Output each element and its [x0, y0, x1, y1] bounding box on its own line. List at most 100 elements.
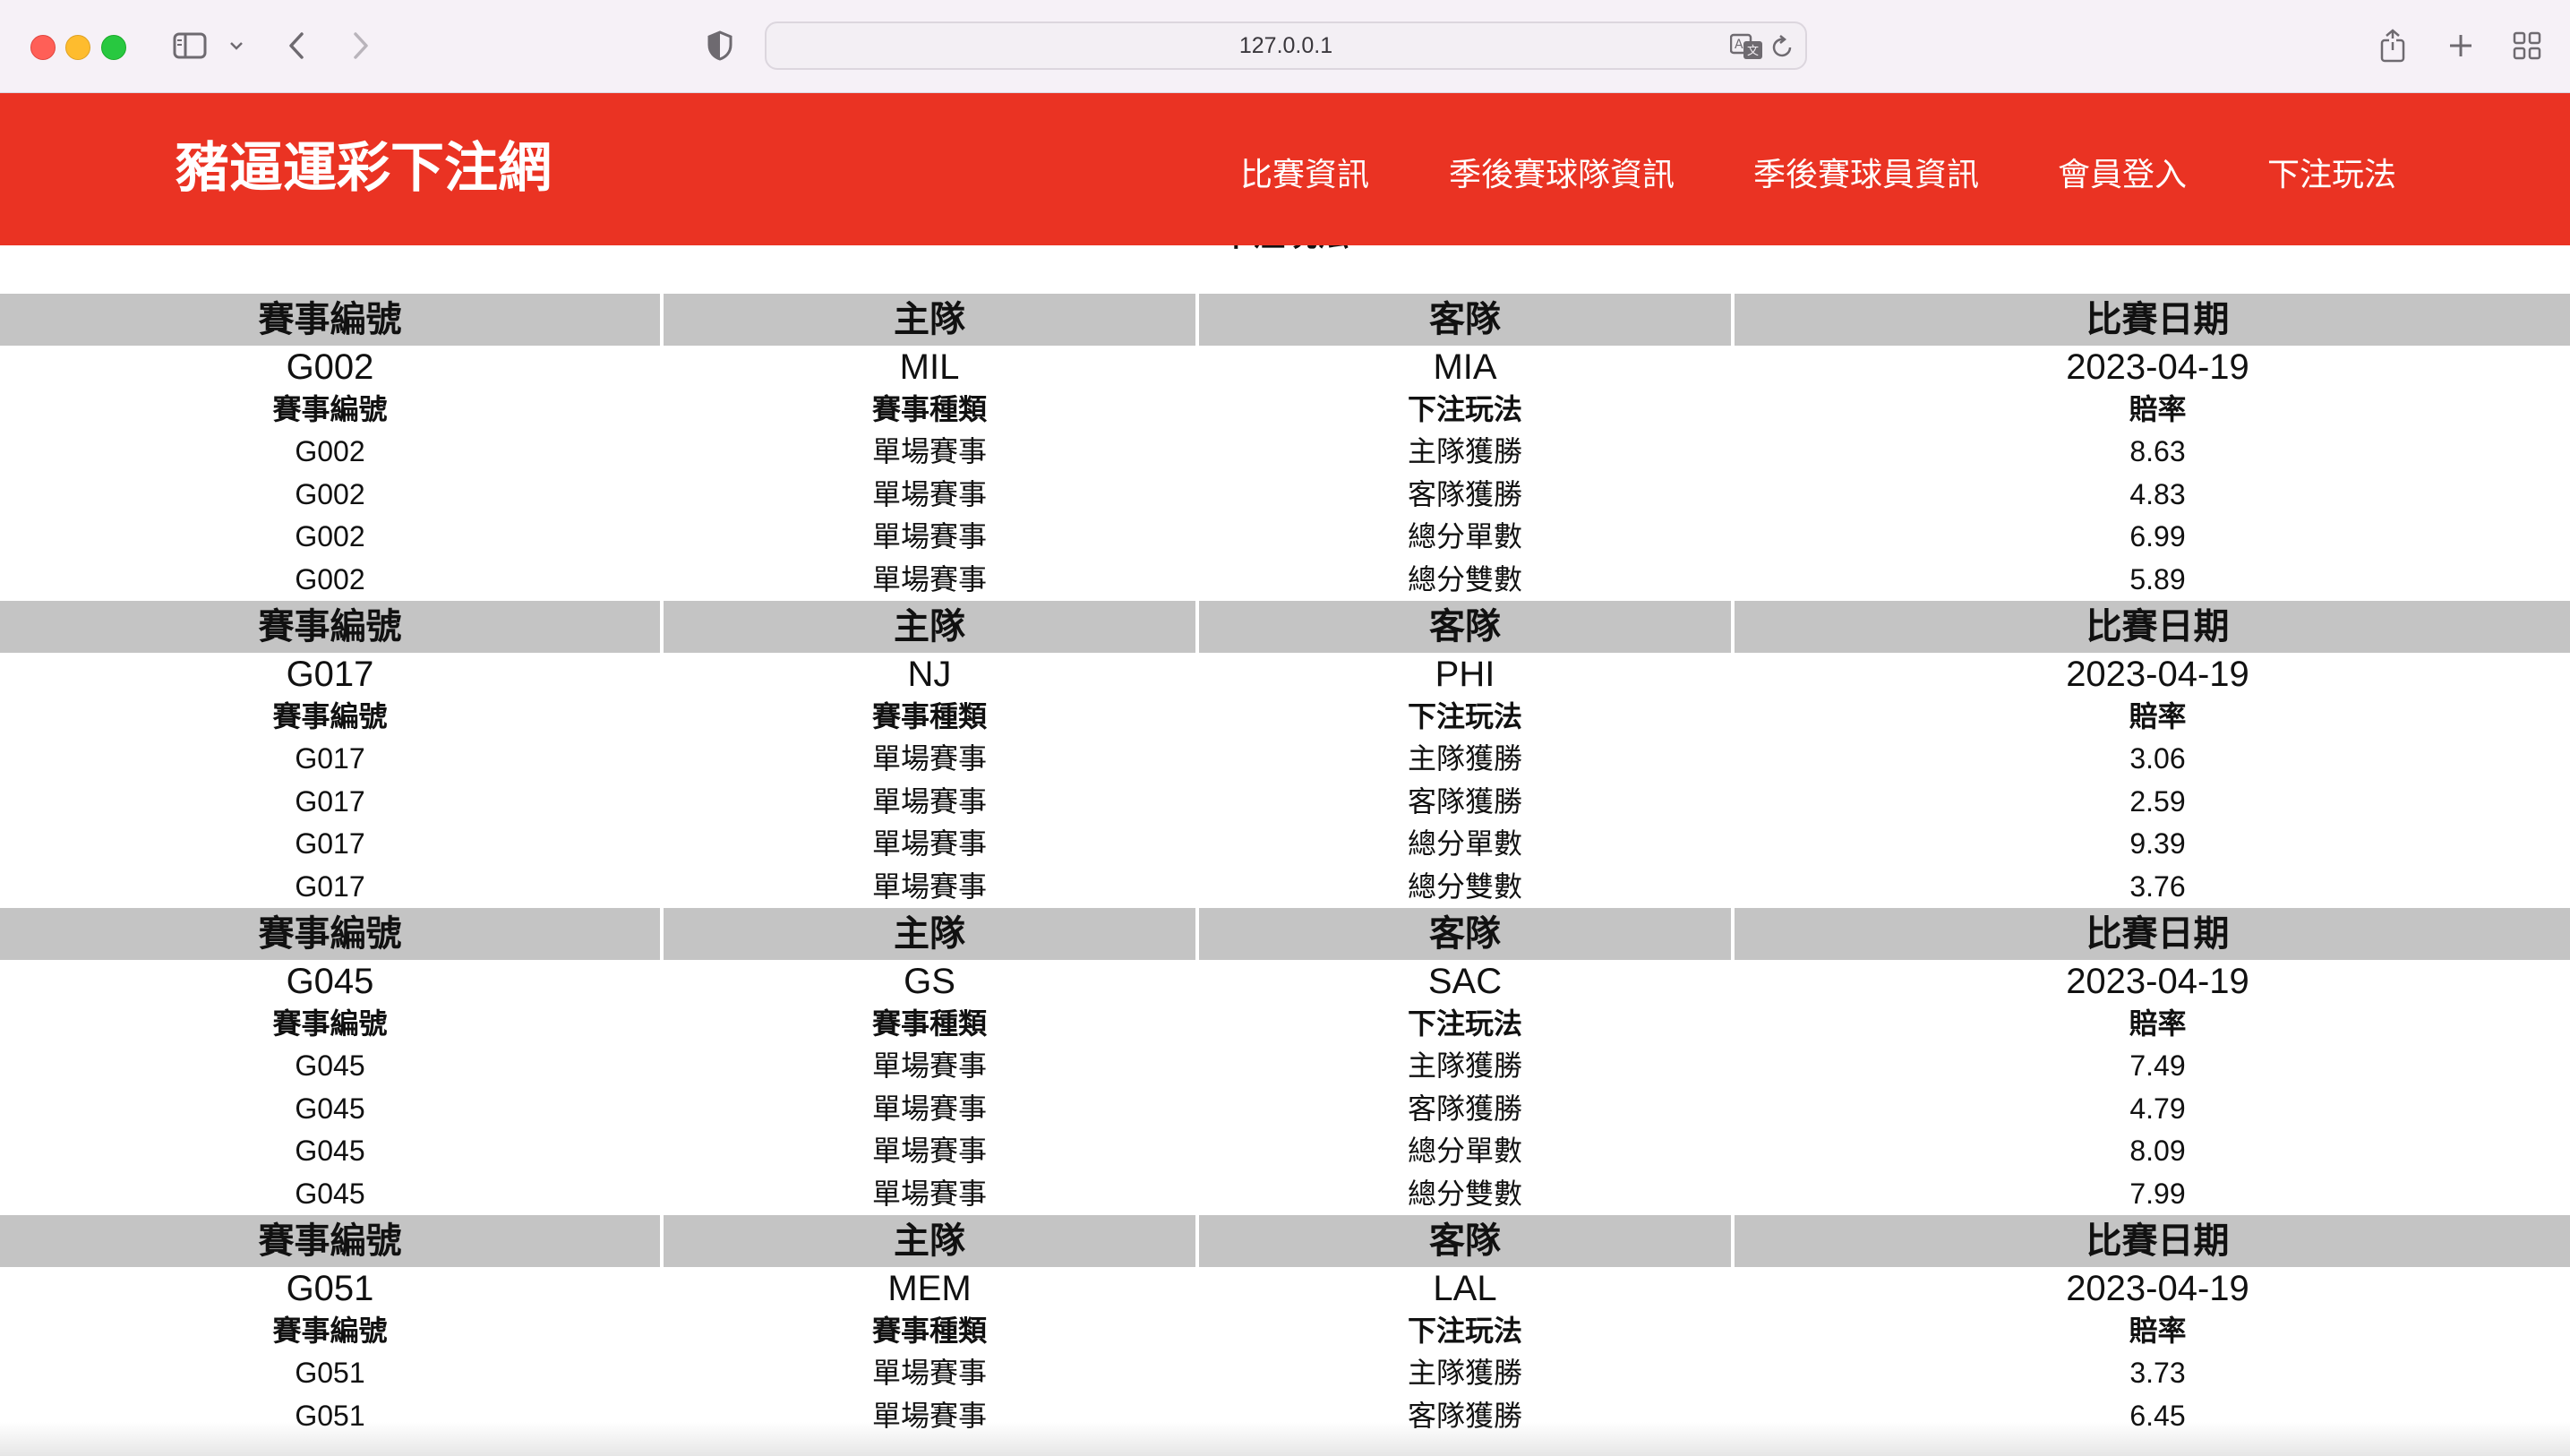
bet-row: G002 單場賽事 總分單數 6.99: [0, 516, 2570, 559]
bet-play-header: 下注玩法: [1407, 699, 1522, 733]
home-team: MIL: [899, 347, 960, 387]
nav-link-match-info[interactable]: 比賽資訊: [1240, 145, 1369, 199]
tab-overview-icon[interactable]: [2509, 25, 2545, 66]
odds-header: 賠率: [2129, 699, 2187, 733]
bet-header-row: 賽事編號 賽事種類 下注玩法 賠率: [0, 696, 2570, 738]
bet-game-id: G017: [295, 784, 365, 818]
match-date-header: 比賽日期: [1735, 908, 2570, 960]
bet-odds: 3.73: [2129, 1357, 2186, 1389]
bet-row: G017 單場賽事 主隊獲勝 3.06: [0, 738, 2570, 781]
home-team-header: 主隊: [664, 294, 1195, 346]
bet-row: G002 單場賽事 總分雙數 5.89: [0, 559, 2570, 602]
game-id-header: 賽事編號: [0, 1215, 660, 1267]
home-team-header: 主隊: [664, 908, 1195, 960]
nav-link-betting-rules[interactable]: 下注玩法: [2267, 145, 2396, 199]
match-date: 2023-04-19: [2066, 347, 2249, 387]
bet-play: 總分單數: [1407, 519, 1522, 553]
bet-odds: 2.59: [2129, 784, 2186, 818]
bet-game-id: G017: [295, 827, 365, 860]
game-info-row: G045 GS SAC 2023-04-19: [0, 960, 2570, 1003]
game-block: 賽事編號 主隊 客隊 比賽日期 G045 GS SAC 2023-04-19 賽事編號 賽事種類下…: [0, 908, 2570, 1215]
nav-link-member-login[interactable]: 會員登入: [2058, 145, 2187, 199]
bet-type-header: 賽事種類: [871, 392, 987, 426]
game-id: G017: [286, 655, 374, 694]
bet-type: 單場賽事: [871, 519, 987, 553]
bet-type: 單場賽事: [871, 869, 987, 904]
site-logo-text[interactable]: 豬逼運彩下注網: [176, 133, 552, 204]
game-id: G045: [286, 962, 374, 1001]
bet-game-id: G002: [295, 477, 365, 510]
home-team-header: 主隊: [664, 1215, 1195, 1267]
bet-type: 單場賽事: [871, 741, 987, 775]
bet-play: 總分雙數: [1407, 1176, 1522, 1211]
bet-row: G045 單場賽事 總分雙數 7.99: [0, 1173, 2570, 1216]
match-date-header: 比賽日期: [1735, 601, 2570, 653]
away-team: SAC: [1427, 962, 1503, 1001]
bet-type: 單場賽事: [871, 826, 987, 861]
bet-row: G017 單場賽事 總分單數 9.39: [0, 823, 2570, 866]
nav-link-playoff-players[interactable]: 季後賽球員資訊: [1753, 145, 1979, 199]
bet-odds: 8.63: [2129, 435, 2186, 467]
bet-play-header: 下注玩法: [1407, 392, 1522, 426]
close-window-button[interactable]: [30, 35, 56, 60]
game-id: G002: [286, 347, 374, 387]
browser-toolbar: 127.0.0.1 A文: [0, 0, 2570, 93]
bet-type: 單場賽事: [871, 784, 987, 818]
game-info-row: G051 MEM LAL 2023-04-19: [0, 1267, 2570, 1310]
sidebar-toggle-icon[interactable]: [170, 25, 210, 66]
bet-type: 單場賽事: [871, 476, 987, 511]
bet-odds: 7.49: [2129, 1049, 2186, 1082]
bet-header-row: 賽事編號 賽事種類 下注玩法 賠率: [0, 1003, 2570, 1045]
zoom-window-button[interactable]: [101, 35, 126, 60]
bet-play: 主隊獲勝: [1407, 1356, 1522, 1390]
game-header-row: 賽事編號 主隊 客隊 比賽日期: [0, 294, 2570, 346]
bet-game-id-header: 賽事編號: [272, 1314, 388, 1348]
game-header-row: 賽事編號 主隊 客隊 比賽日期: [0, 1215, 2570, 1267]
odds-header: 賠率: [2129, 392, 2187, 426]
game-id: G051: [286, 1269, 374, 1308]
away-team-header: 客隊: [1199, 601, 1731, 653]
bet-type: 單場賽事: [871, 561, 987, 596]
nav-link-playoff-teams[interactable]: 季後賽球隊資訊: [1449, 145, 1675, 199]
reload-icon[interactable]: [1771, 34, 1795, 63]
new-tab-plus-icon[interactable]: [2443, 25, 2479, 66]
bet-play: 總分單數: [1407, 1134, 1522, 1168]
chevron-down-icon[interactable]: [226, 25, 247, 66]
bet-type: 單場賽事: [871, 434, 987, 468]
svg-text:A: A: [1735, 38, 1743, 52]
bet-game-id: G045: [295, 1135, 365, 1167]
bet-game-id: G045: [295, 1092, 365, 1125]
bet-game-id-header: 賽事編號: [272, 1006, 388, 1041]
bet-row: G051 單場賽事 主隊獲勝 3.73: [0, 1352, 2570, 1395]
bet-row: G045 單場賽事 客隊獲勝 4.79: [0, 1088, 2570, 1131]
game-header-row: 賽事編號 主隊 客隊 比賽日期: [0, 908, 2570, 960]
bet-row: G017 單場賽事 總分雙數 3.76: [0, 866, 2570, 909]
match-date-header: 比賽日期: [1735, 1215, 2570, 1267]
bet-game-id: G002: [295, 520, 365, 552]
game-id-header: 賽事編號: [0, 601, 660, 653]
minimize-window-button[interactable]: [65, 35, 90, 60]
bet-play: 主隊獲勝: [1407, 1049, 1522, 1083]
game-header-row: 賽事編號 主隊 客隊 比賽日期: [0, 601, 2570, 653]
bet-type: 單場賽事: [871, 1091, 987, 1126]
forward-arrow-icon[interactable]: [347, 25, 374, 66]
privacy-shield-icon[interactable]: [704, 25, 736, 66]
back-arrow-icon[interactable]: [283, 25, 310, 66]
bet-type: 單場賽事: [871, 1176, 987, 1211]
bet-game-id-header: 賽事編號: [272, 699, 388, 733]
home-team: NJ: [907, 655, 952, 694]
translate-icon[interactable]: A文: [1729, 33, 1764, 64]
bet-row: G002 單場賽事 主隊獲勝 8.63: [0, 431, 2570, 474]
game-info-row: G017 NJ PHI 2023-04-19: [0, 653, 2570, 696]
share-icon[interactable]: [2375, 25, 2411, 66]
bet-type: 單場賽事: [871, 1398, 987, 1433]
address-bar[interactable]: 127.0.0.1 A文: [765, 21, 1807, 70]
match-date: 2023-04-19: [2066, 655, 2249, 694]
bet-header-row: 賽事編號 賽事種類 下注玩法 賠率: [0, 389, 2570, 431]
bet-game-id: G051: [295, 1399, 365, 1432]
bet-game-id: G002: [295, 562, 365, 595]
away-team: LAL: [1433, 1269, 1497, 1308]
bet-odds: 6.99: [2129, 520, 2186, 552]
bet-play: 客隊獲勝: [1407, 476, 1522, 511]
bet-odds: 3.06: [2129, 742, 2186, 775]
